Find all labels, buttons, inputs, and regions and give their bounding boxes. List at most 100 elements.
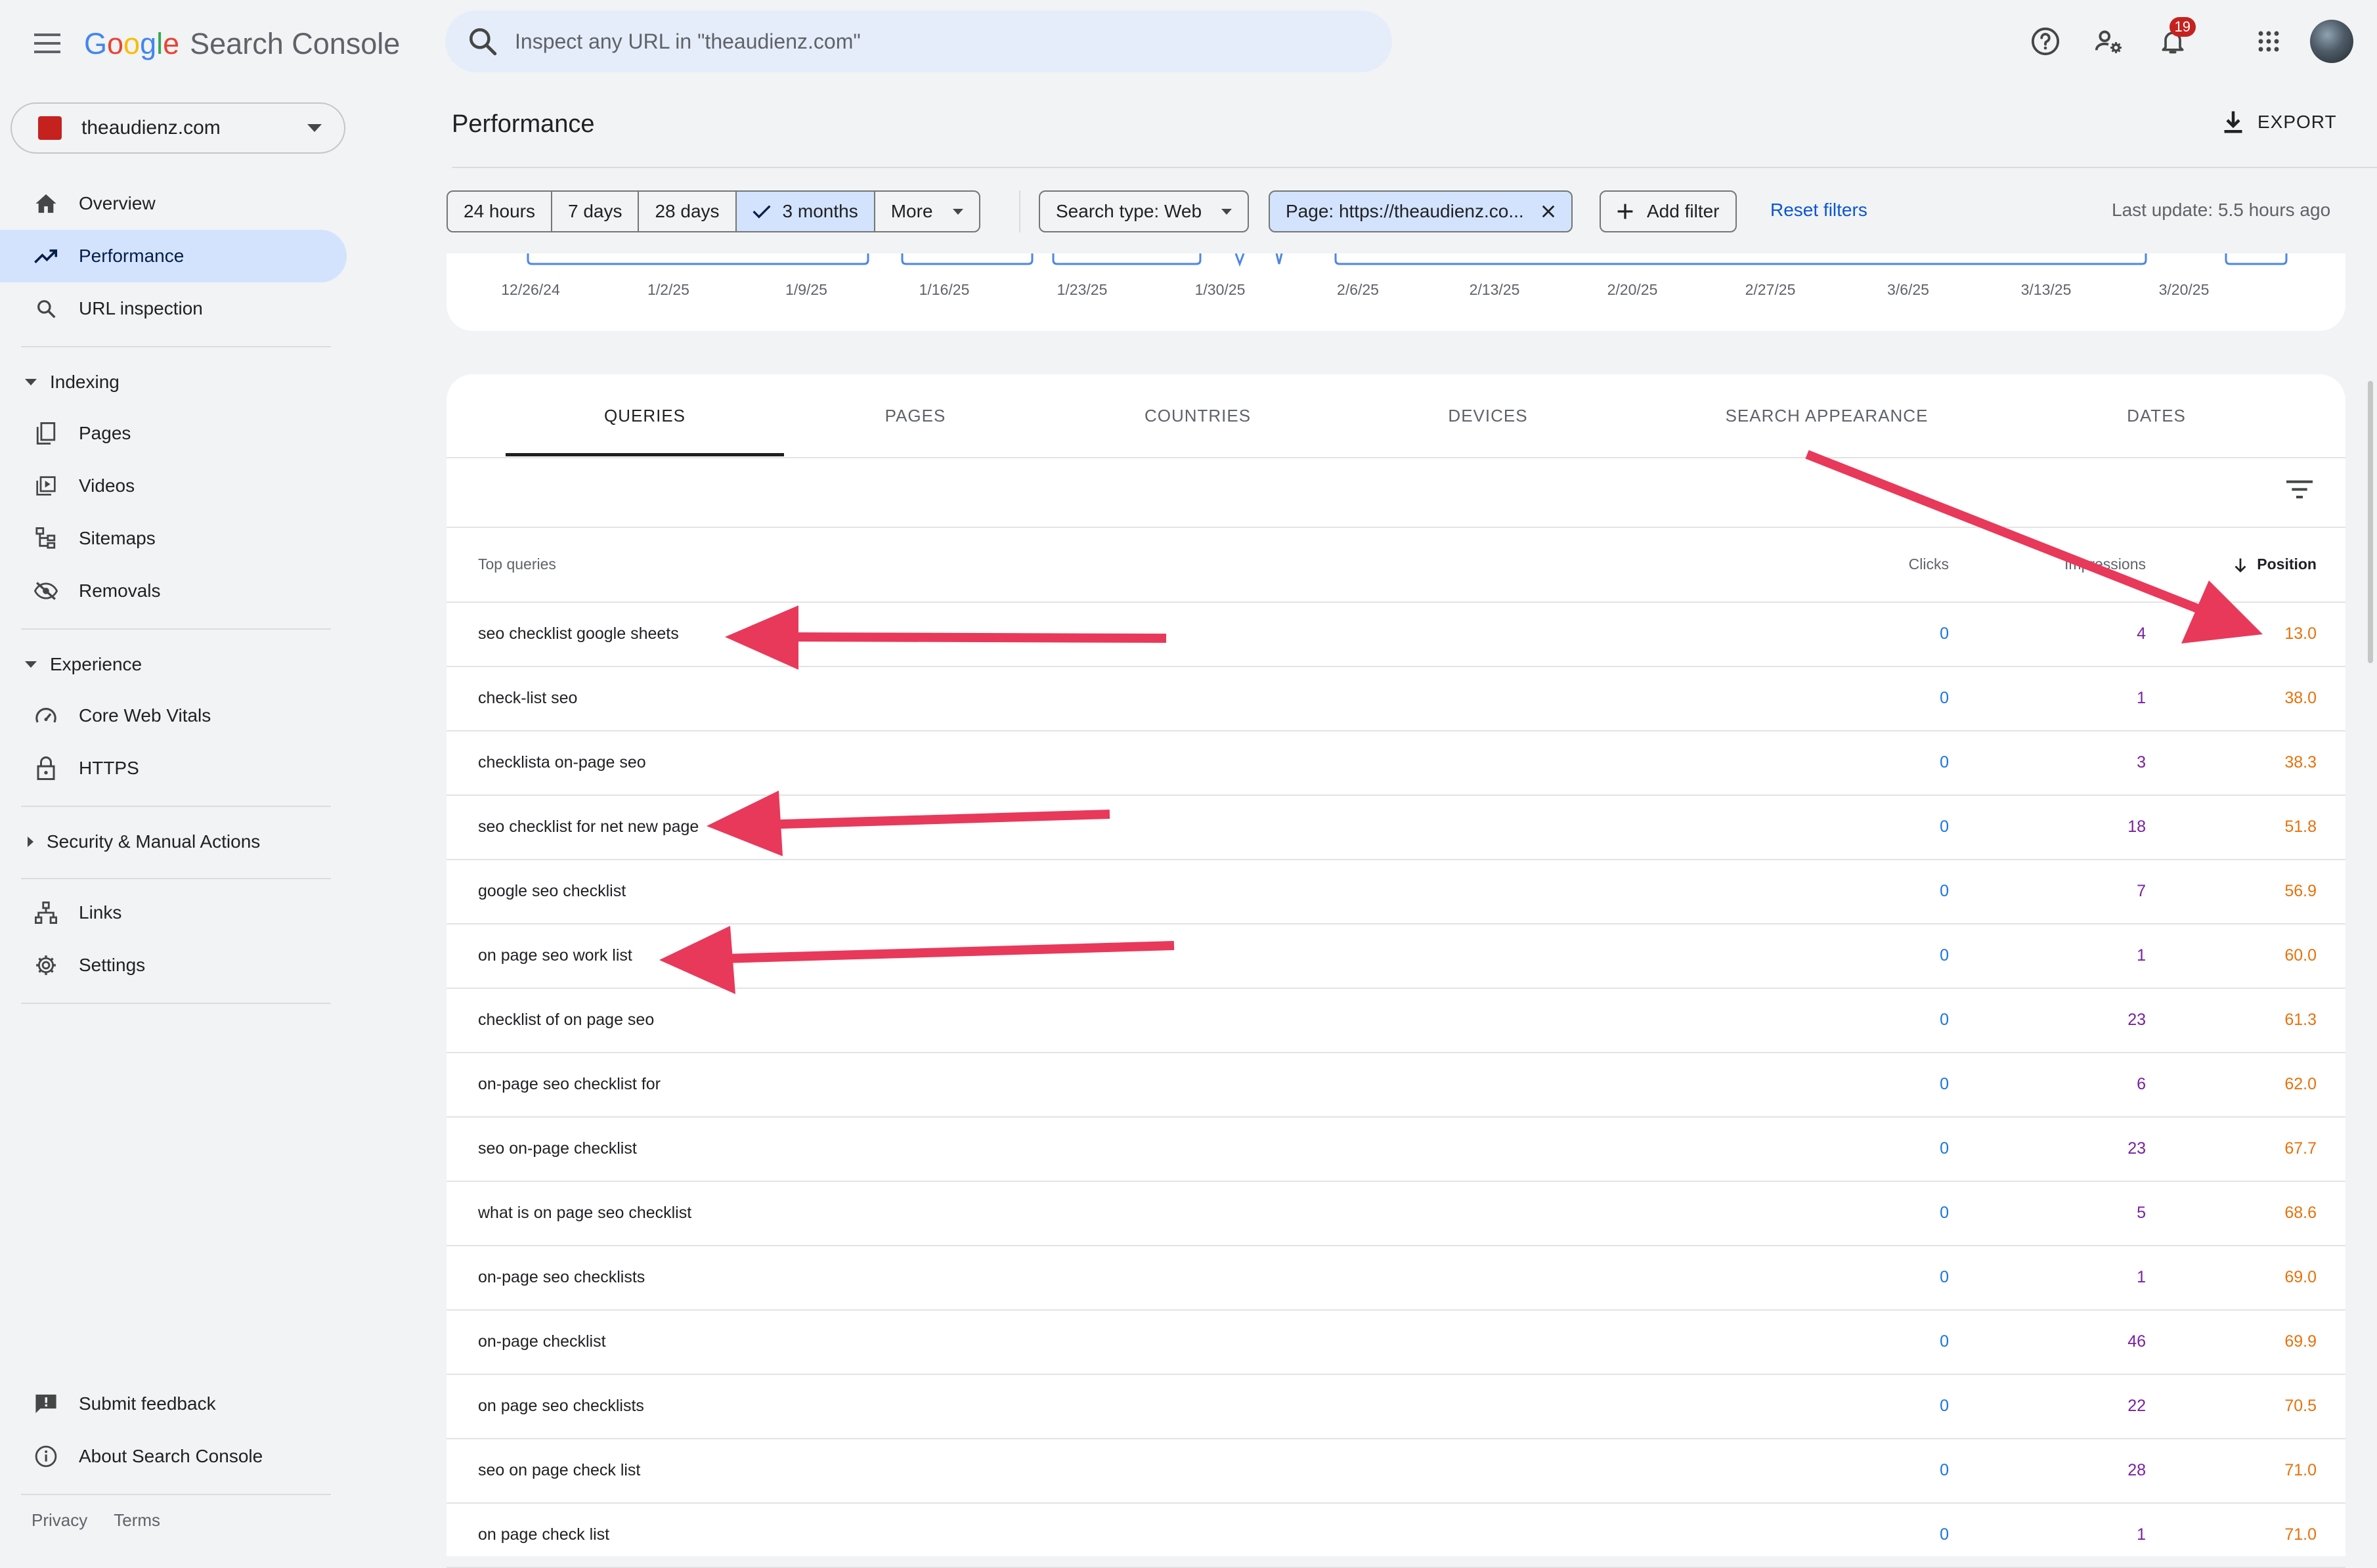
check-icon (752, 205, 771, 219)
sidebar-divider (21, 346, 331, 347)
tab-search-appearance[interactable]: SEARCH APPEARANCE (1726, 406, 1929, 426)
clicks-cell: 0 (1940, 1461, 1949, 1479)
links-icon (35, 902, 57, 924)
range-28-days[interactable]: 28 days (639, 192, 737, 231)
sidebar-item-links[interactable]: Links (0, 886, 347, 939)
sidebar-divider (21, 806, 331, 807)
sidebar-section-indexing[interactable]: Indexing (25, 362, 120, 402)
clicks-cell: 0 (1940, 1525, 1949, 1544)
impressions-cell: 1 (2137, 946, 2146, 965)
search-console-logo[interactable]: Google Search Console (84, 21, 400, 67)
dropdown-caret-icon (1221, 208, 1232, 215)
google-wordmark: Google (84, 27, 180, 60)
sidebar-item-performance[interactable]: Performance (0, 230, 347, 282)
position-cell: 69.9 (2284, 1332, 2317, 1351)
sidebar-item-label: URL inspection (79, 298, 203, 318)
tab-pages[interactable]: PAGES (885, 406, 946, 426)
sidebar-item-https[interactable]: HTTPS (0, 742, 347, 795)
sidebar-section-security[interactable]: Security & Manual Actions (25, 822, 260, 861)
clicks-cell: 0 (1940, 1011, 1949, 1029)
range-more[interactable]: More (875, 192, 979, 231)
clicks-cell: 0 (1940, 1397, 1949, 1415)
sidebar-item-core-web-vitals[interactable]: Core Web Vitals (0, 689, 347, 742)
toolbar-divider (447, 527, 2345, 528)
range-24-hours[interactable]: 24 hours (448, 192, 552, 231)
chart-x-tick: 1/23/25 (1057, 281, 1108, 298)
footer-links: Privacy Terms (32, 1510, 160, 1531)
reset-filters-link[interactable]: Reset filters (1770, 200, 1867, 221)
chart-x-tick: 2/20/25 (1607, 281, 1658, 298)
export-label: EXPORT (2257, 112, 2337, 132)
sidebar-item-label: Submit feedback (79, 1393, 216, 1414)
tab-devices[interactable]: DEVICES (1448, 406, 1527, 426)
clicks-cell: 0 (1940, 1268, 1949, 1286)
clicks-cell: 0 (1940, 1075, 1949, 1093)
query-cell: on-page seo checklists (478, 1268, 645, 1286)
clicks-cell: 0 (1940, 1332, 1949, 1351)
help-button[interactable] (2024, 20, 2067, 63)
chart-x-tick: 1/30/25 (1194, 281, 1246, 298)
account-settings-button[interactable] (2087, 20, 2130, 63)
hamburger-icon (34, 33, 60, 53)
position-cell: 68.6 (2284, 1204, 2317, 1222)
url-inspect-search-bar[interactable]: Inspect any URL in "theaudienz.com" (445, 11, 1392, 72)
account-avatar[interactable] (2310, 20, 2353, 63)
query-cell: on page check list (478, 1525, 610, 1544)
sidebar-item-sitemaps[interactable]: Sitemaps (0, 512, 347, 565)
sidebar-item-videos[interactable]: Videos (0, 460, 347, 512)
position-cell: 38.3 (2284, 753, 2317, 772)
sidebar-item-url-inspection[interactable]: URL inspection (0, 282, 347, 335)
close-icon[interactable] (1541, 204, 1556, 219)
main-menu-button[interactable] (24, 20, 71, 67)
apps-grid-icon (2258, 31, 2279, 52)
impressions-cell: 1 (2137, 1525, 2146, 1544)
page-title: Performance (452, 110, 595, 138)
position-cell: 71.0 (2284, 1461, 2317, 1479)
notifications-button[interactable]: 19 (2151, 17, 2196, 63)
column-header-clicks[interactable]: Clicks (1818, 555, 1949, 573)
query-cell: on page seo checklists (478, 1397, 644, 1415)
tab-countries[interactable]: COUNTRIES (1145, 406, 1251, 426)
sidebar-divider (21, 628, 331, 630)
position-cell: 51.8 (2284, 817, 2317, 836)
download-icon (2224, 111, 2242, 133)
sidebar-divider (21, 1494, 331, 1495)
sidebar-item-submit-feedback[interactable]: Submit feedback (0, 1378, 347, 1430)
sidebar-item-overview[interactable]: Overview (0, 177, 347, 230)
privacy-link[interactable]: Privacy (32, 1510, 87, 1531)
last-update-text: Last update: 5.5 hours ago (2112, 200, 2331, 220)
search-type-filter[interactable]: Search type: Web (1039, 190, 1250, 232)
impressions-cell: 3 (2137, 753, 2146, 772)
property-selector[interactable]: theaudienz.com (11, 102, 345, 154)
add-filter-button[interactable]: Add filter (1600, 190, 1737, 232)
column-header-position[interactable]: Position (2185, 555, 2317, 573)
sidebar-item-pages[interactable]: Pages (0, 407, 347, 460)
range-3-months[interactable]: 3 months (736, 192, 875, 231)
apps-button[interactable] (2247, 20, 2290, 63)
query-cell: checklist of on page seo (478, 1011, 655, 1029)
page-scrollbar[interactable] (2368, 381, 2373, 663)
sidebar-section-experience[interactable]: Experience (25, 645, 142, 684)
notification-count-badge: 19 (2169, 17, 2196, 37)
date-range-selector: 24 hours 7 days 28 days 3 months More (447, 190, 980, 232)
filter-rows-icon[interactable] (2286, 479, 2313, 499)
user-settings-icon (2095, 30, 2122, 54)
column-header-query[interactable]: Top queries (478, 555, 556, 573)
sidebar-item-about[interactable]: About Search Console (0, 1430, 347, 1483)
export-button[interactable]: EXPORT (2223, 110, 2337, 134)
chart-x-tick: 3/20/25 (2158, 281, 2210, 298)
sidebar-item-settings[interactable]: Settings (0, 939, 347, 991)
column-header-impressions[interactable]: Impressions (2015, 555, 2146, 573)
range-7-days[interactable]: 7 days (552, 192, 640, 231)
impressions-cell: 23 (2127, 1011, 2146, 1029)
help-icon (2031, 27, 2060, 56)
visibility-off-icon (34, 582, 58, 600)
sidebar-item-removals[interactable]: Removals (0, 565, 347, 617)
impressions-cell: 1 (2137, 689, 2146, 707)
gear-icon (36, 955, 56, 975)
terms-link[interactable]: Terms (114, 1510, 160, 1531)
tab-queries[interactable]: QUERIES (604, 406, 686, 426)
tab-dates[interactable]: DATES (2127, 406, 2186, 426)
page-filter-chip[interactable]: Page: https://theaudienz.co... (1269, 190, 1573, 232)
section-label: Indexing (50, 372, 120, 392)
